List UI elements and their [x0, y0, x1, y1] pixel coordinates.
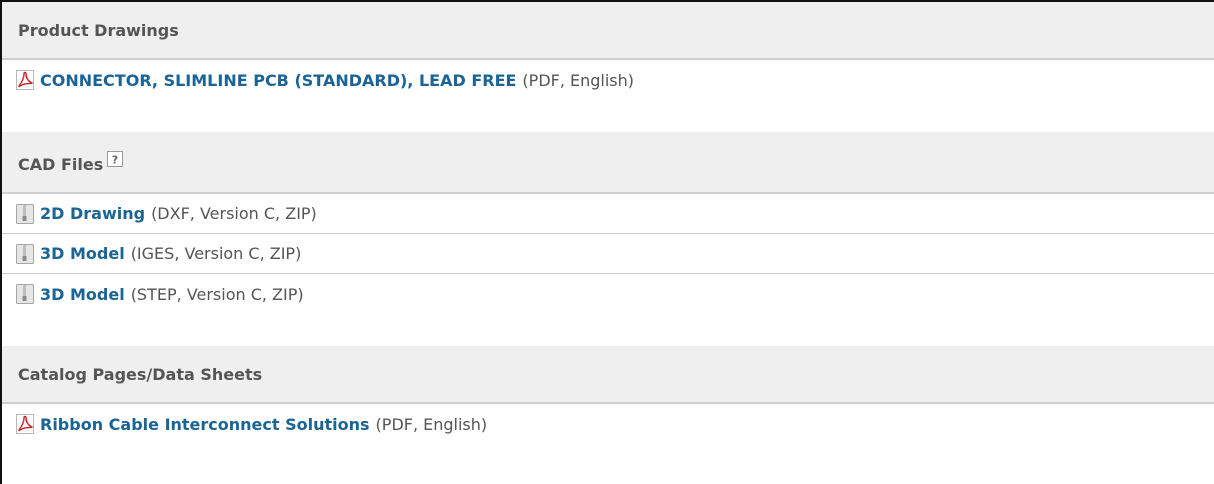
zip-file-icon[interactable]: [16, 203, 34, 224]
section-title: CAD Files: [18, 154, 104, 174]
pdf-icon[interactable]: [16, 70, 34, 90]
file-meta: (PDF, English): [522, 70, 635, 90]
downloads-panel: Product Drawings CONNECTOR, SLIMLINE PCB…: [0, 0, 1214, 484]
section-title: Product Drawings: [18, 20, 179, 40]
section-title: Catalog Pages/Data Sheets: [18, 364, 263, 384]
zip-file-icon[interactable]: [16, 284, 34, 304]
file-meta: (PDF, English): [375, 414, 488, 434]
list-item: 3D Model (STEP, Version C, ZIP): [2, 274, 1214, 314]
list-item: CONNECTOR, SLIMLINE PCB (STANDARD), LEAD…: [2, 60, 1214, 100]
pdf-icon[interactable]: [16, 414, 34, 434]
cad-3d-model-step-link[interactable]: 3D Model: [40, 285, 125, 304]
section-header-cad-files: CAD Files ?: [2, 132, 1214, 194]
help-icon[interactable]: ?: [107, 151, 124, 167]
catalog-pdf-link[interactable]: Ribbon Cable Interconnect Solutions: [40, 415, 370, 434]
list-item: 2D Drawing (DXF, Version C, ZIP): [2, 194, 1214, 234]
cad-3d-model-iges-link[interactable]: 3D Model: [40, 244, 125, 263]
product-drawing-link[interactable]: CONNECTOR, SLIMLINE PCB (STANDARD), LEAD…: [40, 71, 516, 90]
cad-2d-drawing-link[interactable]: 2D Drawing: [40, 204, 145, 223]
list-item: 3D Model (IGES, Version C, ZIP): [2, 234, 1214, 274]
svg-text:?: ?: [112, 154, 118, 167]
zip-file-icon[interactable]: [16, 243, 34, 264]
file-meta: (DXF, Version C, ZIP): [151, 204, 317, 223]
list-item: Ribbon Cable Interconnect Solutions (PDF…: [2, 404, 1214, 444]
file-meta: (STEP, Version C, ZIP): [130, 284, 304, 304]
section-header-catalog-pages: Catalog Pages/Data Sheets: [2, 346, 1214, 404]
file-meta: (IGES, Version C, ZIP): [130, 244, 302, 263]
section-header-product-drawings: Product Drawings: [2, 2, 1214, 60]
